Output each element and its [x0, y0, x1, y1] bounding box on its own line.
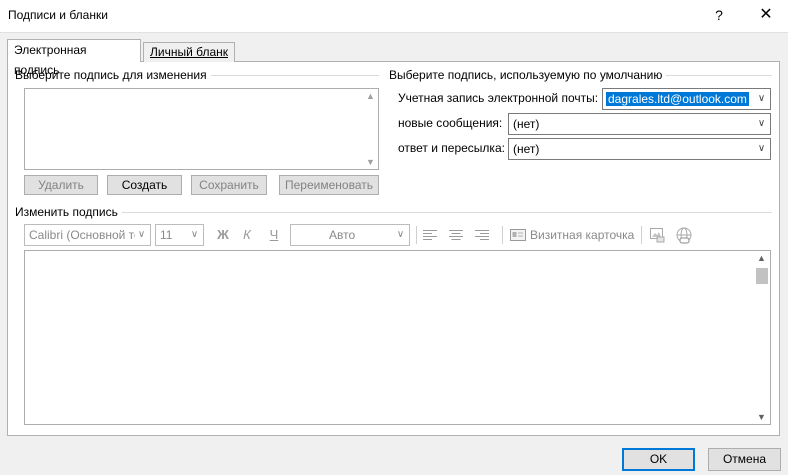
save-button[interactable]: Сохранить	[191, 175, 267, 195]
font-color-value: Авто	[329, 228, 356, 242]
replies-value: (нет)	[513, 142, 540, 156]
window-title: Подписи и бланки	[8, 8, 108, 22]
scrollbar-thumb[interactable]	[756, 268, 768, 284]
underline-button[interactable]: Ч	[264, 225, 284, 245]
align-center-icon[interactable]	[447, 227, 465, 243]
font-select[interactable]: Calibri (Основной те ∨	[24, 224, 151, 246]
align-left-icon[interactable]	[421, 227, 439, 243]
align-right-icon[interactable]	[473, 227, 491, 243]
close-button[interactable]: ✕	[746, 0, 786, 30]
tab-email-signature[interactable]: Электронная подпись	[7, 39, 141, 77]
font-color-select[interactable]: Авто ∨	[290, 224, 410, 246]
title-bar	[0, 0, 788, 32]
new-messages-select[interactable]: (нет) ∨	[508, 113, 771, 135]
font-size-value: 11	[160, 228, 173, 242]
toolbar-separator	[641, 226, 642, 244]
insert-picture-icon[interactable]	[648, 226, 666, 244]
signature-list-scrollbar[interactable]: ▲ ▼	[363, 89, 378, 169]
chevron-down-icon[interactable]: ∨	[186, 225, 203, 245]
edit-signature-label: Изменить подпись	[15, 205, 122, 219]
chevron-down-icon[interactable]: ∨	[753, 89, 770, 109]
chevron-down-icon[interactable]: ∨	[753, 139, 770, 159]
signature-editor[interactable]	[24, 250, 771, 425]
new-messages-value: (нет)	[513, 117, 540, 131]
business-card-icon	[510, 229, 526, 241]
font-size-select[interactable]: 11 ∨	[155, 224, 204, 246]
replies-select[interactable]: (нет) ∨	[508, 138, 771, 160]
scroll-down-icon[interactable]: ▼	[754, 412, 769, 422]
scroll-down-icon[interactable]: ▼	[363, 157, 378, 167]
new-messages-label: новые сообщения:	[398, 116, 503, 130]
email-account-select[interactable]: dagrales.ltd@outlook.com ∨	[602, 88, 771, 110]
signature-list[interactable]	[24, 88, 379, 170]
tab-personal-stationery[interactable]: Личный бланк	[143, 42, 235, 62]
scroll-up-icon[interactable]: ▲	[363, 91, 378, 101]
hyperlink-icon[interactable]	[675, 226, 693, 244]
delete-button[interactable]: Удалить	[24, 175, 98, 195]
group-separator	[660, 75, 772, 76]
scroll-up-icon[interactable]: ▲	[754, 253, 769, 263]
default-signature-label: Выберите подпись, используемую по умолча…	[389, 68, 667, 82]
toolbar-separator	[502, 226, 503, 244]
tab-personal-stationery-label: Личный бланк	[150, 45, 229, 59]
ok-button[interactable]: OK	[622, 448, 695, 471]
toolbar-separator	[416, 226, 417, 244]
rename-button[interactable]: Переименовать	[279, 175, 379, 195]
email-account-label: Учетная запись электронной почты:	[398, 91, 599, 105]
create-button[interactable]: Создать	[107, 175, 182, 195]
italic-button[interactable]: К	[237, 225, 257, 245]
email-account-value: dagrales.ltd@outlook.com	[606, 92, 749, 106]
cancel-button[interactable]: Отмена	[708, 448, 781, 471]
font-value: Calibri (Основной те	[29, 228, 135, 242]
bold-button[interactable]: Ж	[213, 225, 233, 245]
group-separator	[200, 75, 379, 76]
chevron-down-icon[interactable]: ∨	[392, 225, 409, 245]
replies-label: ответ и пересылка:	[398, 141, 505, 155]
chevron-down-icon[interactable]: ∨	[133, 225, 150, 245]
chevron-down-icon[interactable]: ∨	[753, 114, 770, 134]
business-card-label: Визитная карточка	[530, 228, 635, 242]
help-button[interactable]: ?	[700, 0, 738, 30]
group-separator	[120, 212, 772, 213]
